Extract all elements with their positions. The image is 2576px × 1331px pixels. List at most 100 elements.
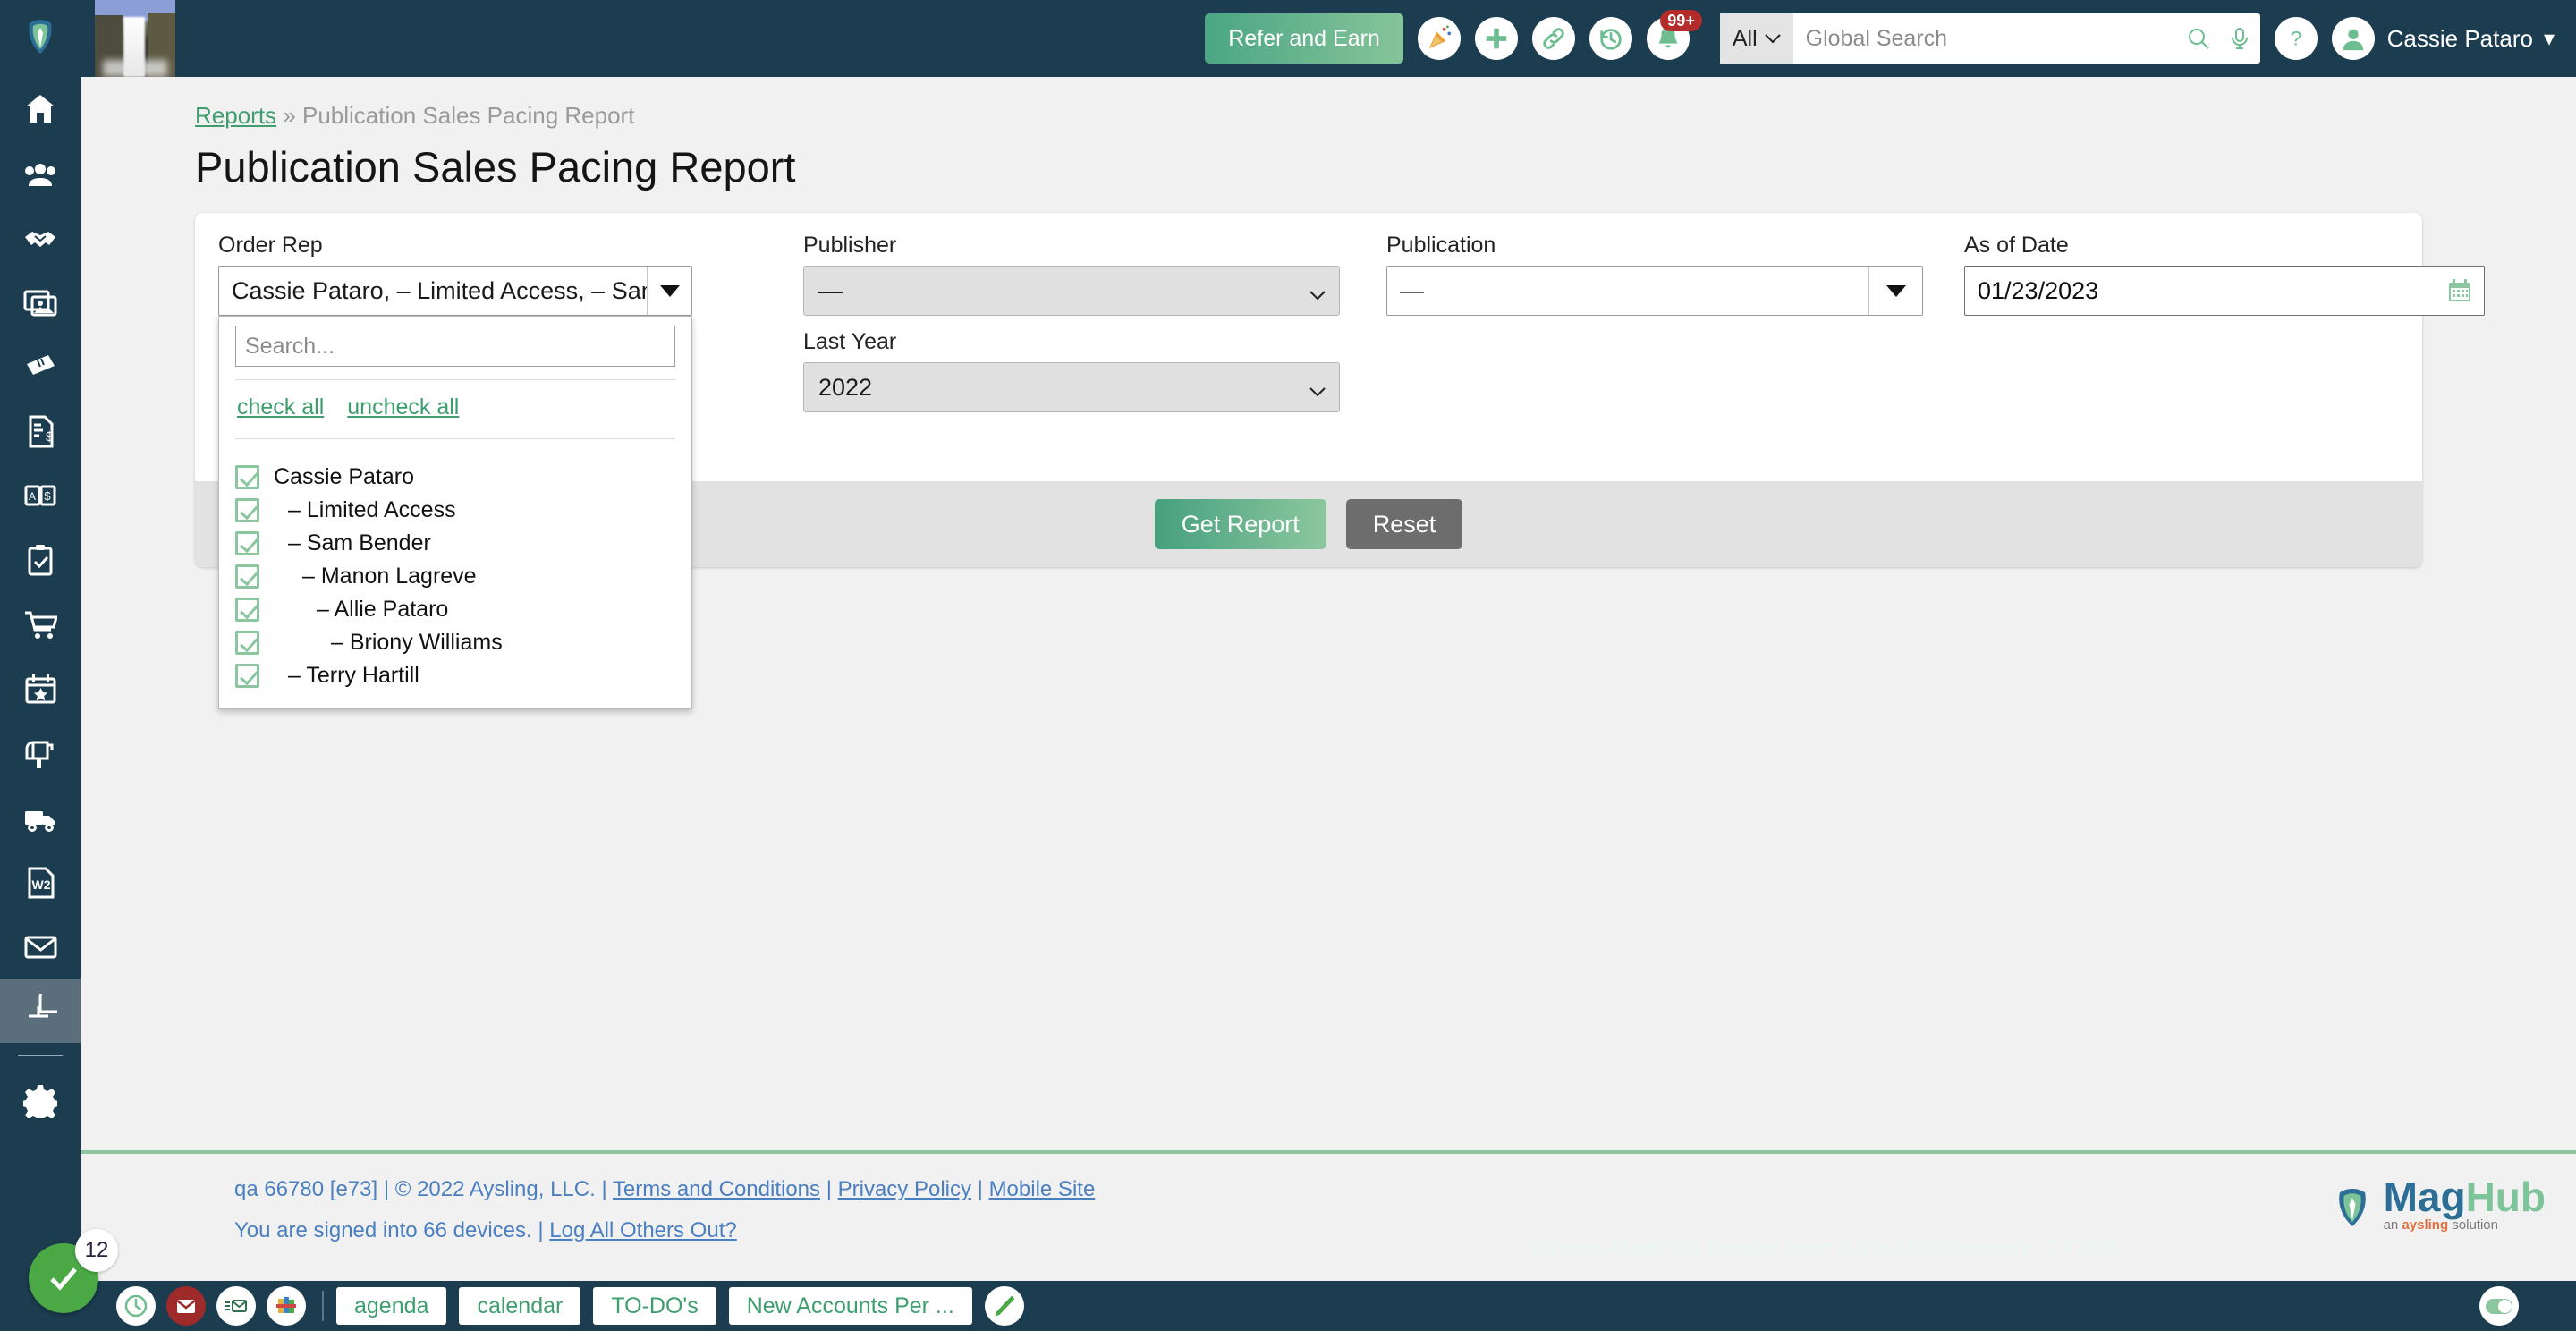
taskbar-tab[interactable]: calendar	[459, 1287, 581, 1325]
order-rep-dropdown-panel: check all uncheck all Cassie Pataro – Lim…	[218, 316, 692, 709]
app-logo[interactable]	[0, 0, 80, 77]
home-icon	[26, 95, 55, 123]
order-rep-dropdown-toggle[interactable]	[647, 267, 691, 315]
svg-text:$: $	[44, 489, 51, 503]
sidebar-item-reports-pie[interactable]	[0, 979, 80, 1043]
last-year-select[interactable]: 2022	[803, 362, 1340, 412]
order-rep-combobox[interactable]: Cassie Pataro, – Limited Access, – Sam B…	[218, 266, 692, 316]
history-icon[interactable]	[1589, 17, 1632, 60]
mobile-site-link[interactable]: Mobile Site	[989, 1177, 1096, 1201]
link-icon[interactable]	[1531, 17, 1575, 60]
sidebar-item-contacts[interactable]	[0, 141, 80, 206]
taskbar-tab[interactable]: agenda	[336, 1287, 447, 1325]
get-report-button[interactable]: Get Report	[1154, 499, 1326, 549]
order-rep-option-row[interactable]: – Manon Lagreve	[235, 560, 675, 593]
mail-list-icon[interactable]	[216, 1286, 256, 1326]
taskbar-tab[interactable]: TO-DO's	[593, 1287, 716, 1325]
sidebar-item-envelope[interactable]	[0, 914, 80, 979]
order-rep-option-row[interactable]: Cassie Pataro	[235, 461, 675, 494]
performance-note: Queries Made: 81 | render time: 0.31s | …	[1530, 1236, 2119, 1260]
celebration-icon[interactable]	[1417, 17, 1461, 60]
order-rep-option-row[interactable]: – Sam Bender	[235, 527, 675, 560]
reset-button[interactable]: Reset	[1345, 499, 1463, 549]
sidebar-item-w2[interactable]: W2	[0, 850, 80, 914]
uncheck-all-link[interactable]: uncheck all	[347, 394, 459, 420]
mail-alert-icon[interactable]	[166, 1286, 206, 1326]
breadcrumb-link-reports[interactable]: Reports	[195, 102, 276, 129]
svg-text:?: ?	[2290, 28, 2301, 50]
clock-icon[interactable]	[116, 1286, 156, 1326]
sidebar-item-clipboard-check[interactable]	[0, 528, 80, 592]
sidebar-item-mailbox[interactable]	[0, 721, 80, 785]
divider	[235, 379, 675, 380]
breadcrumb-separator: »	[283, 102, 296, 129]
sidebar-divider	[18, 1055, 63, 1056]
terms-link[interactable]: Terms and Conditions	[613, 1177, 820, 1201]
plus-icon[interactable]	[1474, 17, 1518, 60]
svg-text:A: A	[29, 490, 36, 503]
cart-icon	[25, 611, 57, 639]
checkbox-checked-icon[interactable]	[235, 664, 259, 688]
caret-down-icon	[659, 284, 680, 297]
last-year-label: Last Year	[803, 329, 897, 354]
sidebar-item-home[interactable]	[0, 77, 80, 141]
sidebar-item-gear[interactable]	[0, 1069, 80, 1133]
sidebar-item-invoice[interactable]: $	[0, 399, 80, 463]
ticket-icon	[27, 355, 55, 375]
toggle-switch-icon[interactable]	[2479, 1286, 2519, 1326]
check-all-link[interactable]: check all	[237, 394, 324, 420]
contacts-icon	[25, 164, 55, 186]
envelope-icon	[24, 936, 57, 959]
order-rep-search-input[interactable]	[235, 326, 675, 367]
order-rep-option-row[interactable]: – Limited Access	[235, 494, 675, 527]
order-rep-option-row[interactable]: – Briony Williams	[235, 626, 675, 659]
log-all-others-out-link[interactable]: Log All Others Out?	[549, 1218, 736, 1242]
order-rep-option-row[interactable]: – Terry Hartill	[235, 659, 675, 692]
search-icon[interactable]	[2178, 26, 2219, 51]
checkbox-checked-icon[interactable]	[235, 564, 259, 589]
checkbox-checked-icon[interactable]	[235, 631, 259, 655]
sidebar-item-media[interactable]	[0, 270, 80, 335]
avatar[interactable]	[2331, 17, 2375, 60]
checkbox-checked-icon[interactable]	[235, 531, 259, 555]
order-rep-option-label: – Limited Access	[288, 497, 456, 522]
pencil-icon[interactable]	[984, 1286, 1024, 1326]
hero-thumbnail-image[interactable]	[95, 0, 175, 77]
checkbox-checked-icon[interactable]	[235, 598, 259, 622]
taskbar-tab[interactable]: New Accounts Per ...	[728, 1287, 972, 1325]
privacy-link[interactable]: Privacy Policy	[838, 1177, 971, 1201]
publication-combobox[interactable]: —	[1386, 266, 1923, 316]
refer-and-earn-button[interactable]: Refer and Earn	[1205, 13, 1403, 64]
order-rep-bulk-actions: check all uncheck all	[235, 393, 675, 426]
sidebar-item-calendar-star[interactable]	[0, 657, 80, 721]
order-rep-option-row[interactable]: – Allie Pataro	[235, 593, 675, 626]
sidebar-item-ap-book[interactable]: A $	[0, 463, 80, 528]
sidebar-item-cart[interactable]	[0, 592, 80, 657]
left-sidebar: $ A $ W2	[0, 0, 80, 1331]
search-input[interactable]	[1792, 13, 2178, 64]
search-scope-selector[interactable]: All	[1719, 13, 1793, 64]
truck-icon	[25, 811, 55, 832]
help-icon[interactable]: ?	[2274, 17, 2318, 60]
as-of-date-input[interactable]	[1964, 266, 2485, 316]
sidebar-item-truck[interactable]	[0, 785, 80, 850]
user-menu-chevron-down-icon[interactable]: ▾	[2544, 26, 2555, 52]
page-title: Publication Sales Pacing Report	[195, 143, 796, 191]
sidebar-item-ticket[interactable]	[0, 335, 80, 399]
media-icon	[23, 290, 57, 317]
caret-down-icon	[1885, 284, 1906, 297]
publisher-select[interactable]: —	[803, 266, 1340, 316]
logo-hub: Hub	[2465, 1174, 2546, 1220]
footer-devices: You are signed into 66 devices. | Log Al…	[234, 1218, 2576, 1243]
checkbox-checked-icon[interactable]	[235, 465, 259, 489]
bell-icon[interactable]: 99+	[1646, 10, 1702, 60]
tagline-brand: aysling	[2402, 1217, 2449, 1234]
publication-dropdown-toggle[interactable]	[1868, 267, 1922, 315]
calendar-icon[interactable]	[2447, 278, 2472, 303]
sidebar-item-handshake[interactable]	[0, 206, 80, 270]
checkbox-checked-icon[interactable]	[235, 498, 259, 522]
colors-icon[interactable]	[267, 1286, 306, 1326]
breadcrumb: Reports » Publication Sales Pacing Repor…	[195, 102, 2576, 130]
breadcrumb-current: Publication Sales Pacing Report	[301, 102, 635, 129]
microphone-icon[interactable]	[2219, 26, 2260, 51]
